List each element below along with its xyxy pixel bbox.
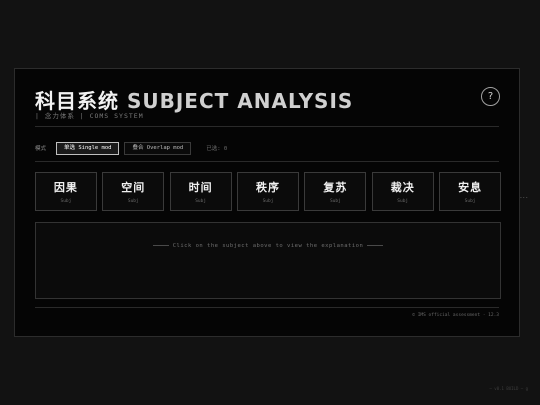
explanation-hint: Click on the subject above to view the e… <box>36 243 500 249</box>
help-button[interactable]: ? <box>481 87 500 106</box>
build-label: — v0.1 BUILD — g <box>489 386 528 391</box>
subject-name: 时间 <box>188 181 213 194</box>
subject-card-rest[interactable]: 安息 Subj <box>439 172 502 211</box>
explanation-panel: Click on the subject above to view the e… <box>35 222 501 299</box>
selected-count: 已选: 0 <box>206 146 228 152</box>
subject-card-revival[interactable]: 复苏 Subj <box>304 172 367 211</box>
mode-divider <box>35 161 499 162</box>
subject-tag: Subj <box>195 199 207 204</box>
subject-card-causality[interactable]: 因果 Subj <box>35 172 97 211</box>
overlap-mode-button[interactable]: 叠合 Overlap mod <box>124 141 192 155</box>
hint-rule-left <box>152 245 169 246</box>
subject-tag: Subj <box>60 199 72 204</box>
title-en: SUBJECT ANALYSIS <box>126 89 354 113</box>
footer-text: © IMS official assessment · 12.3 <box>412 313 499 318</box>
subject-card-time[interactable]: 时间 Subj <box>169 172 232 211</box>
hint-text: Click on the subject above to view the e… <box>172 243 364 249</box>
subject-card-space[interactable]: 空间 Subj <box>102 172 165 211</box>
page-subtitle: | 念力体系 | COMS SYSTEM <box>35 112 144 120</box>
subject-tag: Subj <box>329 199 341 204</box>
header-divider <box>35 126 499 127</box>
hint-rule-right <box>367 245 384 246</box>
subject-card-order[interactable]: 秩序 Subj <box>237 172 299 211</box>
subject-card-judgment[interactable]: 裁决 Subj <box>371 172 434 211</box>
subject-panel: 科目系统 SUBJECT ANALYSIS | 念力体系 | COMS SYST… <box>14 68 520 337</box>
subject-name: 空间 <box>121 181 146 194</box>
subject-tag: Subj <box>262 199 274 204</box>
subject-name: 裁决 <box>390 181 415 194</box>
footer-divider <box>35 307 499 308</box>
subject-list: 因果 Subj 空间 Subj 时间 Subj 秩序 Subj 复苏 Subj … <box>35 172 502 211</box>
mode-selector: 模式 单选 Single mod 叠合 Overlap mod 已选: 0 <box>35 141 227 155</box>
side-menu-icon[interactable]: ··· <box>520 195 529 202</box>
subject-name: 复苏 <box>323 181 348 194</box>
single-mode-button[interactable]: 单选 Single mod <box>56 141 120 155</box>
subject-name: 因果 <box>53 181 78 194</box>
mode-label: 模式 <box>35 146 47 152</box>
subject-name: 安息 <box>458 181 483 194</box>
subject-name: 秩序 <box>256 181 280 194</box>
subject-tag: Subj <box>464 199 476 204</box>
subject-tag: Subj <box>397 199 409 204</box>
subject-tag: Subj <box>127 199 139 204</box>
